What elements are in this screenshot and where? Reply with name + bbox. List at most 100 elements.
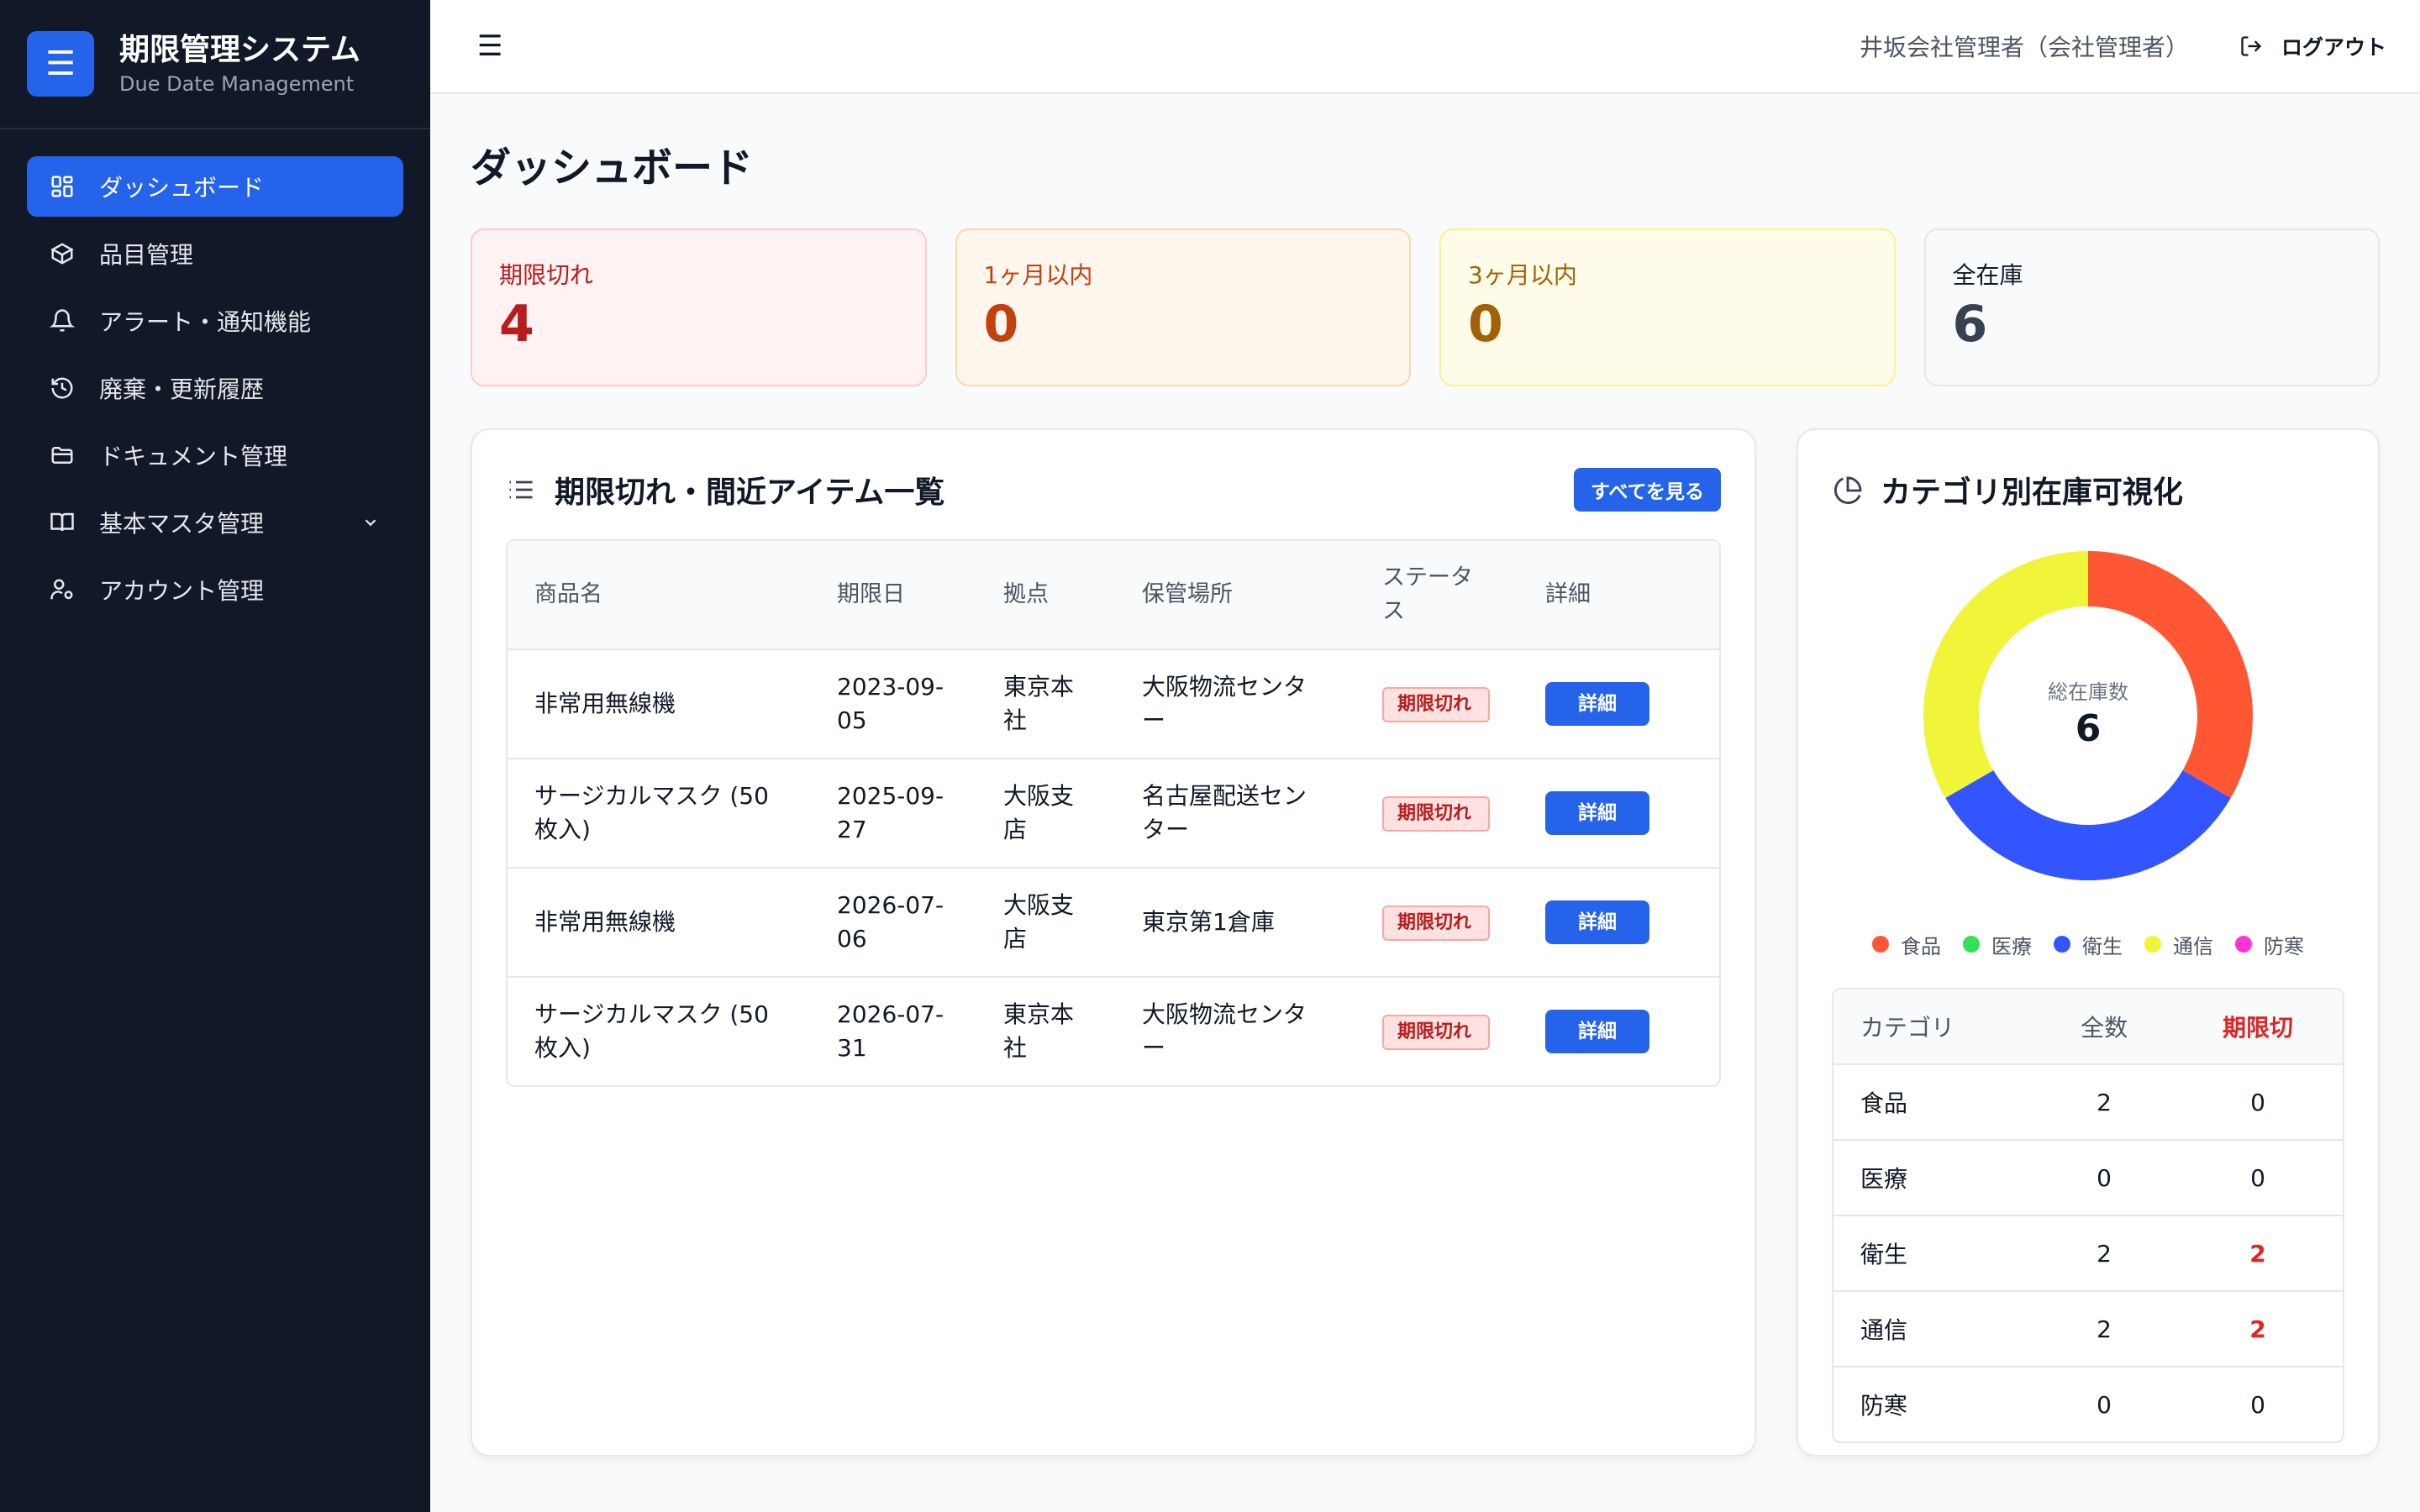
legend-label: 衛生 (2082, 934, 2123, 958)
box-icon (49, 240, 76, 267)
legend-label: 通信 (2173, 934, 2213, 958)
bell-icon (49, 307, 76, 334)
table-row: 食品 2 0 (1833, 1063, 2343, 1139)
stat-label: 3ヶ月以内 (1468, 261, 1577, 289)
sidebar-item-dashboard[interactable]: ダッシュボード (27, 156, 403, 217)
sidebar-item-label: アカウント管理 (99, 577, 265, 605)
category-name: 食品 (1833, 1063, 2036, 1139)
hamburger-icon[interactable]: ☰ (477, 29, 514, 63)
status-badge: 期限切れ (1382, 796, 1490, 832)
logout-button[interactable]: ログアウト (2239, 31, 2386, 61)
donut-center-label: 総在庫数 (2048, 680, 2128, 704)
item-location: 大阪物流センター (1115, 648, 1355, 758)
detail-button[interactable]: 詳細 (1545, 900, 1649, 944)
legend-item[interactable]: 防寒 (2235, 930, 2304, 959)
panel-title: カテゴリ別在庫可視化 (1881, 475, 2184, 510)
stat-card-expired: 期限切れ 4 (471, 228, 927, 386)
column-header: 詳細 (1518, 541, 1719, 648)
category-total: 0 (2035, 1366, 2173, 1441)
see-all-button[interactable]: すべてを見る (1573, 468, 1721, 512)
legend-dot (1872, 936, 1889, 953)
category-total: 2 (2035, 1063, 2173, 1139)
table-row: 防寒 0 0 (1833, 1366, 2343, 1441)
chevron-down-icon[interactable] (361, 512, 381, 533)
menu-icon[interactable]: ☰ (27, 31, 94, 97)
category-name: 通信 (1833, 1290, 2036, 1366)
column-header: ステータス (1355, 541, 1518, 648)
donut-chart: 総在庫数 6 (1912, 539, 2265, 892)
item-date: 2026-07-06 (810, 867, 976, 976)
stat-label: 1ヶ月以内 (983, 261, 1093, 289)
table-row: 非常用無線機 2026-07-06 大阪支店 東京第1倉庫 期限切れ 詳細 (508, 867, 1719, 976)
sidebar-item-items[interactable]: 品目管理 (27, 223, 403, 284)
sidebar-item-label: アラート・通知機能 (99, 308, 312, 336)
donut-center-value: 6 (2075, 707, 2102, 750)
category-expired: 2 (2172, 1215, 2343, 1290)
table-row: 通信 2 2 (1833, 1290, 2343, 1366)
sidebar-item-label: ダッシュボード (99, 174, 265, 202)
category-expired: 0 (2172, 1063, 2343, 1139)
status-badge: 期限切れ (1382, 1015, 1490, 1050)
legend-item[interactable]: 通信 (2144, 930, 2213, 959)
legend-label: 医療 (1991, 934, 2032, 958)
table-row: 衛生 2 2 (1833, 1215, 2343, 1290)
item-name: サージカルマスク (50枚入) (508, 758, 810, 867)
expiring-items-table: 商品名 期限日 拠点 保管場所 ステータス 詳細 非常用無線機 2023-09-… (506, 539, 1721, 1087)
sidebar-item-alerts[interactable]: アラート・通知機能 (27, 291, 403, 351)
item-date: 2026-07-31 (810, 976, 976, 1085)
panel-title: 期限切れ・間近アイテム一覧 (555, 475, 945, 510)
legend-item[interactable]: 食品 (1872, 930, 1941, 959)
current-user: 井坂会社管理者（会社管理者） (1859, 34, 2189, 61)
category-total: 2 (2035, 1215, 2173, 1290)
sidebar-item-master[interactable]: 基本マスタ管理 (27, 492, 403, 553)
detail-button[interactable]: 詳細 (1545, 1010, 1649, 1053)
app-subtitle: Due Date Management (119, 72, 355, 96)
category-panel: カテゴリ別在庫可視化 総在庫数 6 食品 医療 衛生 通信 防寒 カテゴリ 全数… (1797, 428, 2380, 1457)
sidebar: ☰ 期限管理システム Due Date Management ダッシュボード 品… (0, 0, 430, 1512)
legend-dot (1963, 936, 1980, 953)
page-title: ダッシュボード (471, 144, 754, 192)
table-row: サージカルマスク (50枚入) 2025-09-27 大阪支店 名古屋配送センタ… (508, 758, 1719, 867)
sidebar-item-accounts[interactable]: アカウント管理 (27, 559, 403, 620)
category-table: カテゴリ 全数 期限切 食品 2 0 医療 0 0 衛生 2 2 通信 2 2 … (1832, 988, 2344, 1443)
table-header-row: 商品名 期限日 拠点 保管場所 ステータス 詳細 (508, 541, 1719, 648)
column-header: 期限切 (2172, 990, 2343, 1063)
stat-value: 0 (1468, 295, 1503, 354)
status-badge: 期限切れ (1382, 906, 1490, 941)
legend-dot (2054, 936, 2070, 953)
stat-card-1month: 1ヶ月以内 0 (955, 228, 1411, 386)
stat-card-3months: 3ヶ月以内 0 (1439, 228, 1896, 386)
sidebar-item-history[interactable]: 廃棄・更新履歴 (27, 358, 403, 418)
table-row: 医療 0 0 (1833, 1139, 2343, 1215)
sidebar-item-documents[interactable]: ドキュメント管理 (27, 425, 403, 486)
column-header: 期限日 (810, 541, 976, 648)
column-header: 商品名 (508, 541, 810, 648)
category-name: 医療 (1833, 1139, 2036, 1215)
item-location: 大阪物流センター (1115, 976, 1355, 1085)
app-title: 期限管理システム (119, 33, 360, 67)
legend-dot (2235, 936, 2252, 953)
column-header: 拠点 (976, 541, 1115, 648)
sidebar-item-label: ドキュメント管理 (99, 443, 288, 470)
category-expired: 0 (2172, 1139, 2343, 1215)
legend-item[interactable]: 衛生 (2054, 930, 2123, 959)
column-header: カテゴリ (1833, 990, 2036, 1063)
stat-value: 0 (983, 295, 1019, 354)
detail-button[interactable]: 詳細 (1545, 791, 1649, 835)
category-name: 衛生 (1833, 1215, 2036, 1290)
table-row: サージカルマスク (50枚入) 2026-07-31 東京本社 大阪物流センター… (508, 976, 1719, 1085)
sidebar-item-label: 品目管理 (99, 241, 194, 269)
item-site: 大阪支店 (976, 867, 1115, 976)
stat-value: 4 (499, 295, 534, 354)
chart-legend: 食品 医療 衛生 通信 防寒 (1832, 929, 2344, 959)
legend-item[interactable]: 医療 (1963, 930, 2032, 959)
legend-label: 食品 (1901, 934, 1941, 958)
stat-label: 全在庫 (1952, 261, 2023, 289)
item-name: サージカルマスク (50枚入) (508, 976, 810, 1085)
book-icon (49, 509, 76, 536)
item-site: 東京本社 (976, 648, 1115, 758)
detail-button[interactable]: 詳細 (1545, 682, 1649, 726)
sidebar-item-label: 廃棄・更新履歴 (99, 375, 265, 403)
legend-label: 防寒 (2264, 934, 2304, 958)
folder-icon (49, 442, 76, 469)
